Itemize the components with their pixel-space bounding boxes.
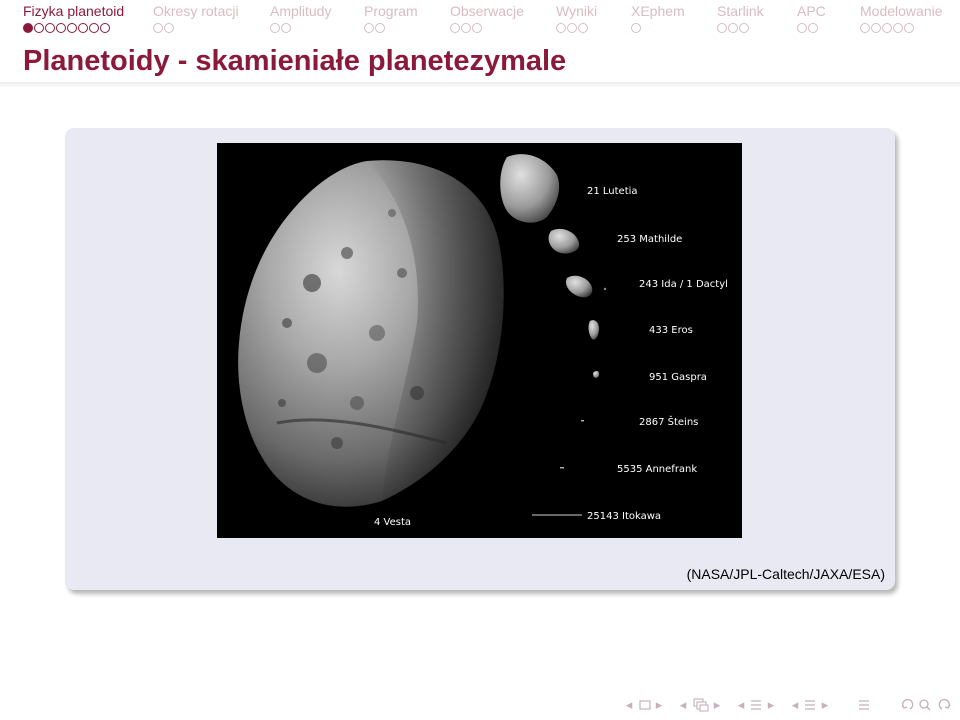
nav-frame-dot[interactable] [860, 23, 870, 33]
nav-frame-dot[interactable] [45, 23, 55, 33]
frame-title: Planetoidy - skamieniałe planetezymale [23, 45, 567, 77]
nav-section-starlink[interactable]: Starlink [717, 3, 764, 33]
label-itokawa: 25143 Itokawa [587, 511, 661, 522]
nav-frame-dot[interactable] [904, 23, 914, 33]
nav-appendix-icon[interactable] [856, 696, 872, 714]
nav-section-amplitudy[interactable]: Amplitudy [270, 3, 331, 33]
nav-frame-dot[interactable] [34, 23, 44, 33]
nav-section-apc[interactable]: APC [797, 3, 826, 33]
nav-frame-dot[interactable] [375, 23, 385, 33]
nav-prev-frame-icon[interactable]: ◂ [624, 696, 634, 714]
nav-frame-dot[interactable] [472, 23, 482, 33]
nav-frame-dot[interactable] [893, 23, 903, 33]
nav-frame-dot[interactable] [578, 23, 588, 33]
nav-next-subsection-icon[interactable]: ▸ [712, 696, 722, 714]
nav-frame-dot[interactable] [78, 23, 88, 33]
nav-frame-dot[interactable] [728, 23, 738, 33]
nav-frame-dot[interactable] [797, 23, 807, 33]
nav-frame-dots [364, 23, 418, 33]
nav-frame-dots [556, 23, 597, 33]
nav-frame-dot[interactable] [567, 23, 577, 33]
nav-next-section-icon[interactable]: ▸ [766, 696, 776, 714]
nav-frame-icon[interactable] [638, 696, 652, 714]
nav-frame-dot[interactable] [56, 23, 66, 33]
label-eros: 433 Eros [649, 325, 693, 336]
nav-slide-icon[interactable] [802, 696, 818, 714]
navigation-bar: Fizyka planetoid Okresy rotacji Amplitud… [0, 0, 960, 40]
nav-section-program[interactable]: Program [364, 3, 418, 33]
nav-frame-dots [153, 23, 239, 33]
nav-section-label[interactable]: Fizyka planetoid [23, 3, 124, 20]
nav-frame-dot[interactable] [164, 23, 174, 33]
nav-frame-dots [631, 23, 685, 33]
nav-subsection-icon[interactable] [692, 696, 710, 714]
nav-frame-dot[interactable] [270, 23, 280, 33]
label-annefrank: 5535 Annefrank [617, 464, 697, 475]
nav-back-icon[interactable] [918, 696, 932, 714]
nav-section-wyniki[interactable]: Wyniki [556, 3, 597, 33]
nav-section-obserwacje[interactable]: Obserwacje [450, 3, 524, 33]
nav-section-okresy-rotacji[interactable]: Okresy rotacji [153, 3, 239, 33]
nav-section-label[interactable]: Starlink [717, 3, 764, 20]
nav-frame-dot[interactable] [364, 23, 374, 33]
label-steins: 2867 Šteins [639, 415, 698, 428]
nav-prev-section-icon[interactable]: ◂ [736, 696, 746, 714]
nav-frame-dots [270, 23, 331, 33]
nav-prev-subsection-icon[interactable]: ◂ [678, 696, 688, 714]
title-divider [0, 82, 960, 88]
nav-section-label[interactable]: XEphem [631, 3, 685, 20]
asteroid-comparison-image: 21 Lutetia 253 Mathilde 243 Ida / 1 Dact… [217, 143, 742, 538]
image-credit: (NASA/JPL-Caltech/JAXA/ESA) [686, 566, 885, 582]
nav-section-label[interactable]: APC [797, 3, 826, 20]
nav-frame-dots [23, 23, 124, 33]
nav-frame-dot[interactable] [461, 23, 471, 33]
nav-frame-dot-current[interactable] [23, 23, 33, 33]
nav-frame-dots [717, 23, 764, 33]
nav-section-modelowanie[interactable]: Modelowanie [860, 3, 943, 33]
nav-next-frame-icon[interactable]: ▸ [654, 696, 664, 714]
nav-next-slide-icon[interactable]: ▸ [820, 696, 830, 714]
label-vesta: 4 Vesta [374, 517, 411, 528]
nav-section-label[interactable]: Modelowanie [860, 3, 943, 20]
nav-section-label[interactable]: Program [364, 3, 418, 20]
nav-search-icon[interactable] [900, 696, 918, 714]
nav-frame-dot[interactable] [281, 23, 291, 33]
nav-frame-dots [450, 23, 524, 33]
label-gaspra: 951 Gaspra [649, 372, 707, 383]
nav-section-icon[interactable] [748, 696, 764, 714]
nav-frame-dot[interactable] [153, 23, 163, 33]
nav-section-label[interactable]: Wyniki [556, 3, 597, 20]
nav-frame-dots [860, 23, 943, 33]
nav-frame-dot[interactable] [871, 23, 881, 33]
label-ida-dactyl: 243 Ida / 1 Dactyl [639, 279, 728, 290]
nav-frame-dot[interactable] [89, 23, 99, 33]
asteroid-comparison-drawing: 21 Lutetia 253 Mathilde 243 Ida / 1 Dact… [217, 143, 742, 538]
annefrank-asteroid [560, 467, 564, 469]
nav-frame-dot[interactable] [556, 23, 566, 33]
nav-section-label[interactable]: Amplitudy [270, 3, 331, 20]
steins-asteroid [581, 420, 584, 422]
nav-frame-dot[interactable] [808, 23, 818, 33]
label-lutetia: 21 Lutetia [587, 186, 638, 197]
nav-frame-dot[interactable] [100, 23, 110, 33]
nav-frame-dot[interactable] [450, 23, 460, 33]
nav-section-fizyka-planetoid[interactable]: Fizyka planetoid [23, 3, 124, 33]
nav-frame-dot[interactable] [882, 23, 892, 33]
nav-section-xephem[interactable]: XEphem [631, 3, 685, 33]
nav-frame-dot[interactable] [67, 23, 77, 33]
nav-section-label[interactable]: Obserwacje [450, 3, 524, 20]
nav-frame-dot[interactable] [631, 23, 641, 33]
nav-frame-dot[interactable] [717, 23, 727, 33]
nav-frame-dots [797, 23, 826, 33]
nav-frame-dot[interactable] [739, 23, 749, 33]
nav-forward-icon[interactable] [934, 696, 952, 714]
label-mathilde: 253 Mathilde [617, 234, 682, 245]
nav-section-label[interactable]: Okresy rotacji [153, 3, 239, 20]
nav-prev-slide-icon[interactable]: ◂ [790, 696, 800, 714]
